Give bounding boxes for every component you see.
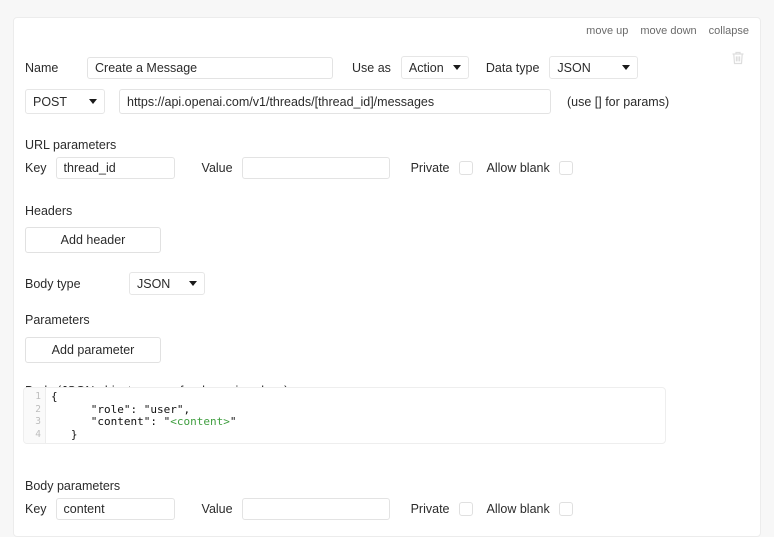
body-param-allow-blank-label: Allow blank <box>486 502 550 516</box>
http-method-select[interactable]: POST <box>25 89 105 114</box>
url-row: POST (use [] for params) <box>25 89 669 114</box>
url-hint: (use [] for params) <box>567 94 670 109</box>
move-down-link[interactable]: move down <box>640 24 696 38</box>
parameters-title: Parameters <box>25 313 90 327</box>
url-param-allow-blank-checkbox[interactable] <box>558 161 573 175</box>
body-param-allow-blank-checkbox[interactable] <box>558 502 573 516</box>
url-param-value-label: Value <box>201 161 233 175</box>
use-as-value: Action <box>408 60 444 75</box>
code-line-3-head: "content": " <box>51 415 171 428</box>
trash-icon[interactable] <box>729 49 747 67</box>
url-param-value-input[interactable] <box>241 157 390 179</box>
code-dynamic-token: <content> <box>170 415 230 428</box>
url-param-key-label: Key <box>25 161 47 175</box>
line-number: 1 <box>35 391 41 402</box>
data-type-label: Data type <box>485 60 540 75</box>
chevron-down-icon <box>452 65 461 70</box>
url-input[interactable] <box>119 89 551 114</box>
http-method-value: POST <box>33 94 68 109</box>
body-param-value-label: Value <box>201 502 233 516</box>
use-as-select[interactable]: Action <box>400 56 469 79</box>
body-param-key-label: Key <box>25 502 47 516</box>
chevron-down-icon <box>622 65 631 70</box>
body-type-value: JSON <box>137 276 171 291</box>
body-param-private-checkbox[interactable] <box>458 502 473 516</box>
url-parameters-title: URL parameters <box>25 138 117 152</box>
card-actions: move up move down collapse <box>586 24 749 38</box>
code-line-2: "role": "user", <box>51 402 191 416</box>
chevron-down-icon <box>189 281 197 286</box>
line-number: 4 <box>35 428 41 440</box>
name-label: Name <box>25 60 59 75</box>
url-param-private-checkbox[interactable] <box>458 161 473 175</box>
body-type-label: Body type <box>25 276 81 291</box>
data-type-select[interactable]: JSON <box>549 56 639 79</box>
editor-code-area[interactable]: { "role": "user", "content": "<content>"… <box>46 388 665 443</box>
body-param-private-label: Private <box>410 502 450 516</box>
body-code-editor[interactable]: 1 2 3 4 { "role": "user", "content": "<c… <box>23 387 666 444</box>
body-type-row: Body type JSON <box>25 272 205 295</box>
code-line-4: } <box>51 427 78 441</box>
url-param-allow-blank-label: Allow blank <box>486 161 550 175</box>
url-param-private-label: Private <box>410 161 450 175</box>
code-line-3-tail: " <box>229 415 237 428</box>
headers-title: Headers <box>25 204 73 218</box>
line-number: 2 <box>35 403 41 415</box>
chevron-down-icon <box>89 99 97 104</box>
api-call-card: move up move down collapse Name Use as A… <box>13 17 761 537</box>
use-as-label: Use as <box>352 60 391 75</box>
name-input[interactable] <box>87 56 333 79</box>
code-line-1: { <box>51 390 58 403</box>
add-parameter-button[interactable]: Add parameter <box>25 337 161 363</box>
url-param-key-input[interactable] <box>55 157 175 179</box>
body-type-select[interactable]: JSON <box>129 272 205 295</box>
body-parameters-title: Body parameters <box>25 479 121 493</box>
editor-gutter: 1 2 3 4 <box>24 388 46 443</box>
line-number: 3 <box>35 416 41 427</box>
add-header-button[interactable]: Add header <box>25 227 161 253</box>
collapse-link[interactable]: collapse <box>709 24 749 38</box>
url-parameters-row: Key Value Private Allow blank <box>25 157 573 179</box>
move-up-link[interactable]: move up <box>586 24 628 38</box>
name-row: Name Use as Action Data type JSON <box>25 56 639 79</box>
data-type-value: JSON <box>557 60 591 75</box>
